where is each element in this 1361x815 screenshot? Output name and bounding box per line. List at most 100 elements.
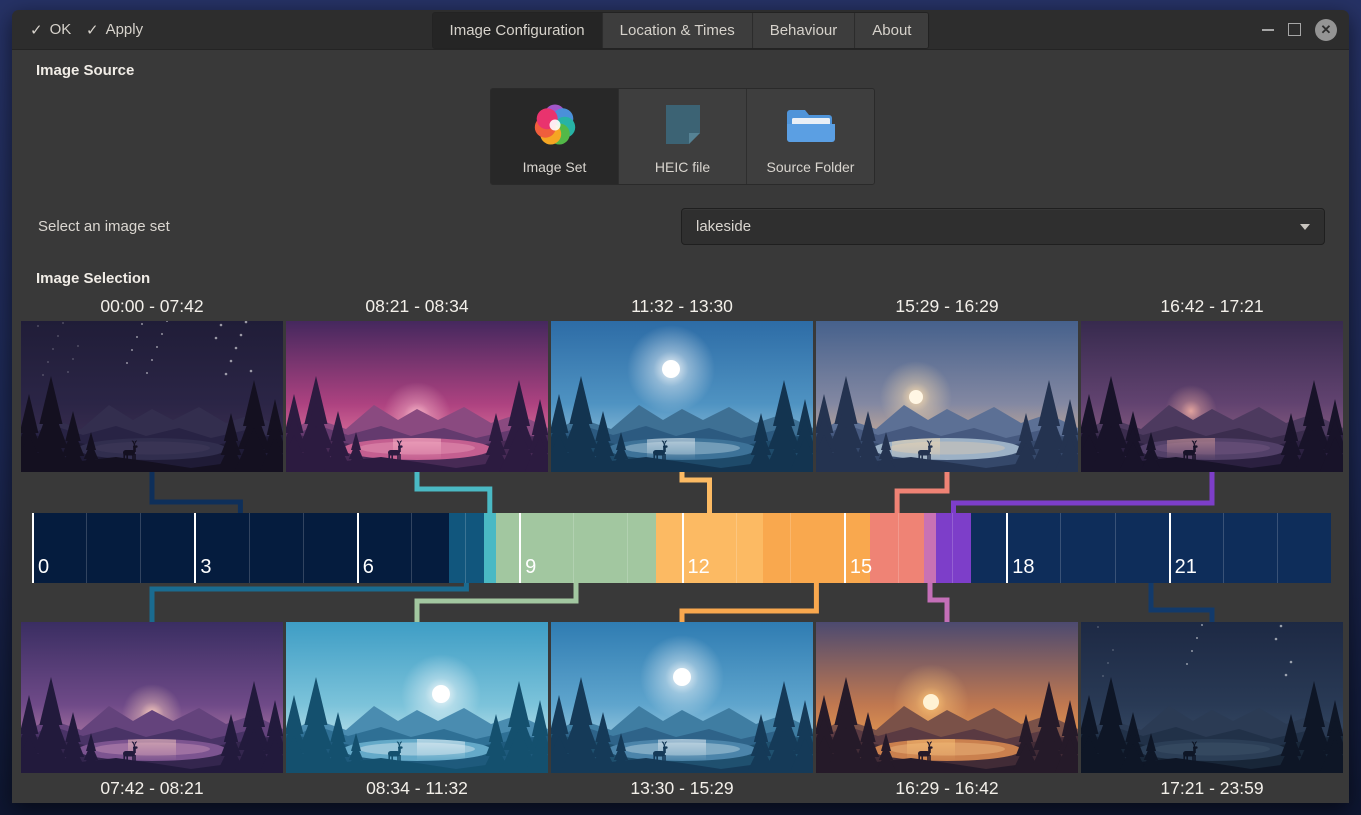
image-selection-heading: Image Selection <box>36 270 150 287</box>
chevron-down-icon <box>1300 224 1310 230</box>
hour-tick <box>249 513 250 583</box>
timeline-connector <box>682 583 816 622</box>
time-range-label: 16:42 - 17:21 <box>1081 294 1343 318</box>
time-range-label: 16:29 - 16:42 <box>816 776 1078 800</box>
time-range-label: 08:34 - 11:32 <box>286 776 548 800</box>
tab-behaviour[interactable]: Behaviour <box>753 13 856 48</box>
wallpaper-thumbnail[interactable] <box>551 321 813 472</box>
hour-tick <box>1060 513 1061 583</box>
maximize-icon[interactable] <box>1288 23 1301 36</box>
wallpaper-thumbnail[interactable] <box>1081 622 1343 773</box>
timeline-connector <box>954 472 1213 513</box>
sun <box>432 685 450 703</box>
lakeside-scene <box>1081 622 1343 773</box>
timeline-segment <box>924 513 936 583</box>
time-range-label: 08:21 - 08:34 <box>286 294 548 318</box>
source-folder-icon <box>784 99 838 151</box>
hour-tick <box>844 513 846 583</box>
apply-button[interactable]: ✓ Apply <box>80 10 149 49</box>
lakeside-scene <box>286 622 548 773</box>
hour-tick <box>573 513 574 583</box>
timeline-connector <box>682 472 710 513</box>
hour-tick <box>194 513 196 583</box>
day-timeline: 036912151821 <box>32 513 1331 583</box>
source-button-label: Source Folder <box>767 159 855 175</box>
window-controls: ✕ <box>1262 10 1337 49</box>
wallpaper-thumbnail[interactable] <box>21 622 283 773</box>
hour-label: 6 <box>363 556 374 579</box>
image-source-button-group: Image Set HEIC file Source Folder <box>490 88 875 185</box>
source-button-label: HEIC file <box>655 159 710 175</box>
heic-file-icon <box>657 99 709 151</box>
lakeside-scene <box>551 622 813 773</box>
lakeside-scene <box>286 321 548 472</box>
check-icon: ✓ <box>30 21 43 39</box>
timeline-connector <box>152 583 466 622</box>
lakeside-scene <box>1081 321 1343 472</box>
hour-tick <box>1115 513 1116 583</box>
ok-button[interactable]: ✓ OK <box>24 10 77 49</box>
wallpaper-thumbnail[interactable] <box>286 622 548 773</box>
source-button-heic-file[interactable]: HEIC file <box>619 89 747 184</box>
timeline-segment <box>936 513 971 583</box>
hour-tick <box>898 513 899 583</box>
minimize-icon[interactable] <box>1262 29 1274 31</box>
wallpaper-thumbnail[interactable] <box>816 622 1078 773</box>
sun <box>909 390 923 404</box>
source-button-image-set[interactable]: Image Set <box>491 89 619 184</box>
image-set-dropdown[interactable]: lakeside <box>681 208 1325 245</box>
tab-location-times[interactable]: Location & Times <box>603 13 753 48</box>
wallpaper-thumbnail[interactable] <box>21 321 283 472</box>
hour-tick <box>1277 513 1278 583</box>
lakeside-scene <box>551 321 813 472</box>
tab-image-configuration[interactable]: Image Configuration <box>433 13 603 48</box>
titlebar: ✓ OK ✓ Apply Image ConfigurationLocation… <box>12 10 1349 50</box>
lakeside-scene <box>816 321 1078 472</box>
hour-tick <box>32 513 34 583</box>
hour-tick <box>952 513 953 583</box>
hour-tick <box>86 513 87 583</box>
hour-tick <box>682 513 684 583</box>
hour-label: 3 <box>200 556 211 579</box>
lakeside-scene <box>21 622 283 773</box>
timeline-connector <box>1151 583 1212 622</box>
timeline-connector <box>417 583 576 622</box>
time-range-label: 07:42 - 08:21 <box>21 776 283 800</box>
hour-tick <box>790 513 791 583</box>
hour-tick <box>1169 513 1171 583</box>
hour-tick <box>140 513 141 583</box>
time-range-label: 13:30 - 15:29 <box>551 776 813 800</box>
timeline-segment <box>484 513 496 583</box>
timeline-connector <box>417 472 490 513</box>
tab-about[interactable]: About <box>855 13 928 48</box>
hour-tick <box>357 513 359 583</box>
wallpaper-thumbnail[interactable] <box>286 321 548 472</box>
timeline-segment <box>449 513 484 583</box>
wallpaper-thumbnail[interactable] <box>1081 321 1343 472</box>
sun <box>673 668 691 686</box>
hour-label: 15 <box>850 556 872 579</box>
sun <box>923 694 939 710</box>
app-window: ✓ OK ✓ Apply Image ConfigurationLocation… <box>12 10 1349 803</box>
image-source-heading: Image Source <box>36 62 134 79</box>
image-set-dropdown-value: lakeside <box>696 218 1300 235</box>
source-button-source-folder[interactable]: Source Folder <box>747 89 874 184</box>
lakeside-scene <box>21 321 283 472</box>
timeline-connector <box>152 472 240 513</box>
hour-label: 12 <box>688 556 710 579</box>
apply-button-label: Apply <box>106 21 144 38</box>
hour-label: 0 <box>38 556 49 579</box>
wallpaper-thumbnail[interactable] <box>551 622 813 773</box>
close-icon[interactable]: ✕ <box>1315 19 1337 41</box>
ok-button-label: OK <box>50 21 72 38</box>
sun <box>662 360 680 378</box>
timeline-segment <box>32 513 449 583</box>
hour-tick <box>627 513 628 583</box>
wallpaper-thumbnail[interactable] <box>816 321 1078 472</box>
timeline-connector <box>897 472 947 513</box>
image-set-icon <box>529 99 581 151</box>
hour-label: 21 <box>1175 556 1197 579</box>
hour-tick <box>1006 513 1008 583</box>
hour-tick <box>519 513 521 583</box>
check-icon: ✓ <box>86 21 99 39</box>
